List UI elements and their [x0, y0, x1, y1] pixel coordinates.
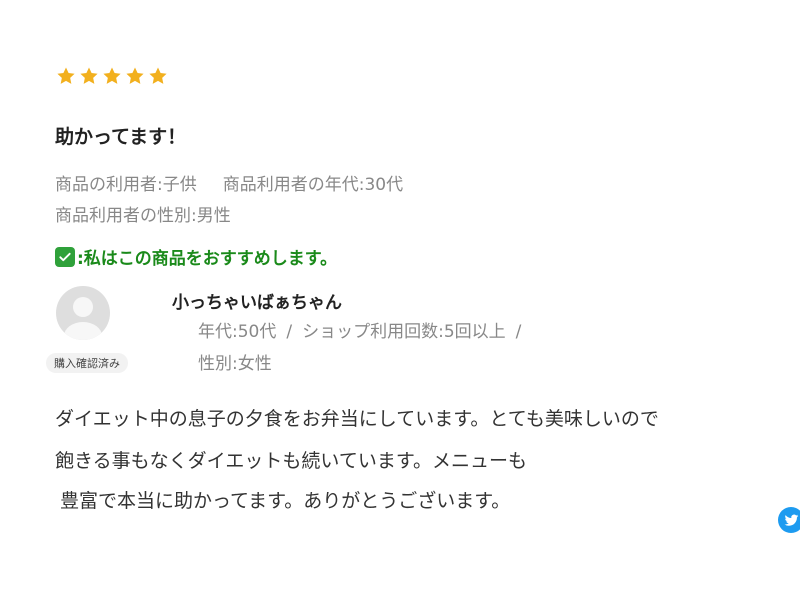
reviewer-info: 年代:50代 / ショップ利用回数:5回以上 /: [198, 317, 531, 342]
reviewer-name: 小っちゃいばぁちゃん: [172, 293, 342, 313]
product-user-gender: 商品利用者の性別:男性: [55, 206, 231, 226]
recommendation-text: :私はこの商品をおすすめします。: [77, 249, 338, 269]
reviewer-shop-usage: ショップ利用回数:5回以上: [302, 322, 506, 342]
review-body-line: 豊富で本当に助かってます。ありがとうございます。: [60, 490, 511, 512]
star-icon: [103, 67, 121, 84]
review-meta-row: 商品の利用者:子供 商品利用者の年代:30代: [55, 170, 403, 195]
review-title: 助かってます！: [55, 126, 187, 148]
recommendation: :私はこの商品をおすすめします。: [55, 244, 337, 269]
reviewer-gender: 性別:女性: [198, 354, 272, 374]
verified-purchase-badge: 購入確認済み: [46, 353, 128, 373]
twitter-share-button[interactable]: [778, 507, 800, 533]
product-user: 商品の利用者:子供: [55, 175, 197, 195]
star-icon: [126, 67, 144, 84]
default-user-avatar-icon: [56, 286, 110, 340]
reviewer-age: 年代:50代: [198, 322, 277, 342]
star-icon: [149, 67, 167, 84]
star-icon: [57, 67, 75, 84]
star-icon: [80, 67, 98, 84]
product-user-age: 商品利用者の年代:30代: [222, 175, 404, 195]
review-meta-row: 商品利用者の性別:男性: [55, 201, 231, 226]
check-box-icon: [55, 246, 75, 267]
review-body-line: 飽きる事もなくダイエットも続いています。メニューも: [55, 450, 527, 472]
twitter-icon: [784, 514, 798, 526]
separator: /: [286, 322, 293, 342]
review-body-line: ダイエット中の息子の夕食をお弁当にしています。とても美味しいので: [55, 408, 659, 430]
separator: /: [515, 322, 522, 342]
rating-stars: [56, 66, 168, 86]
